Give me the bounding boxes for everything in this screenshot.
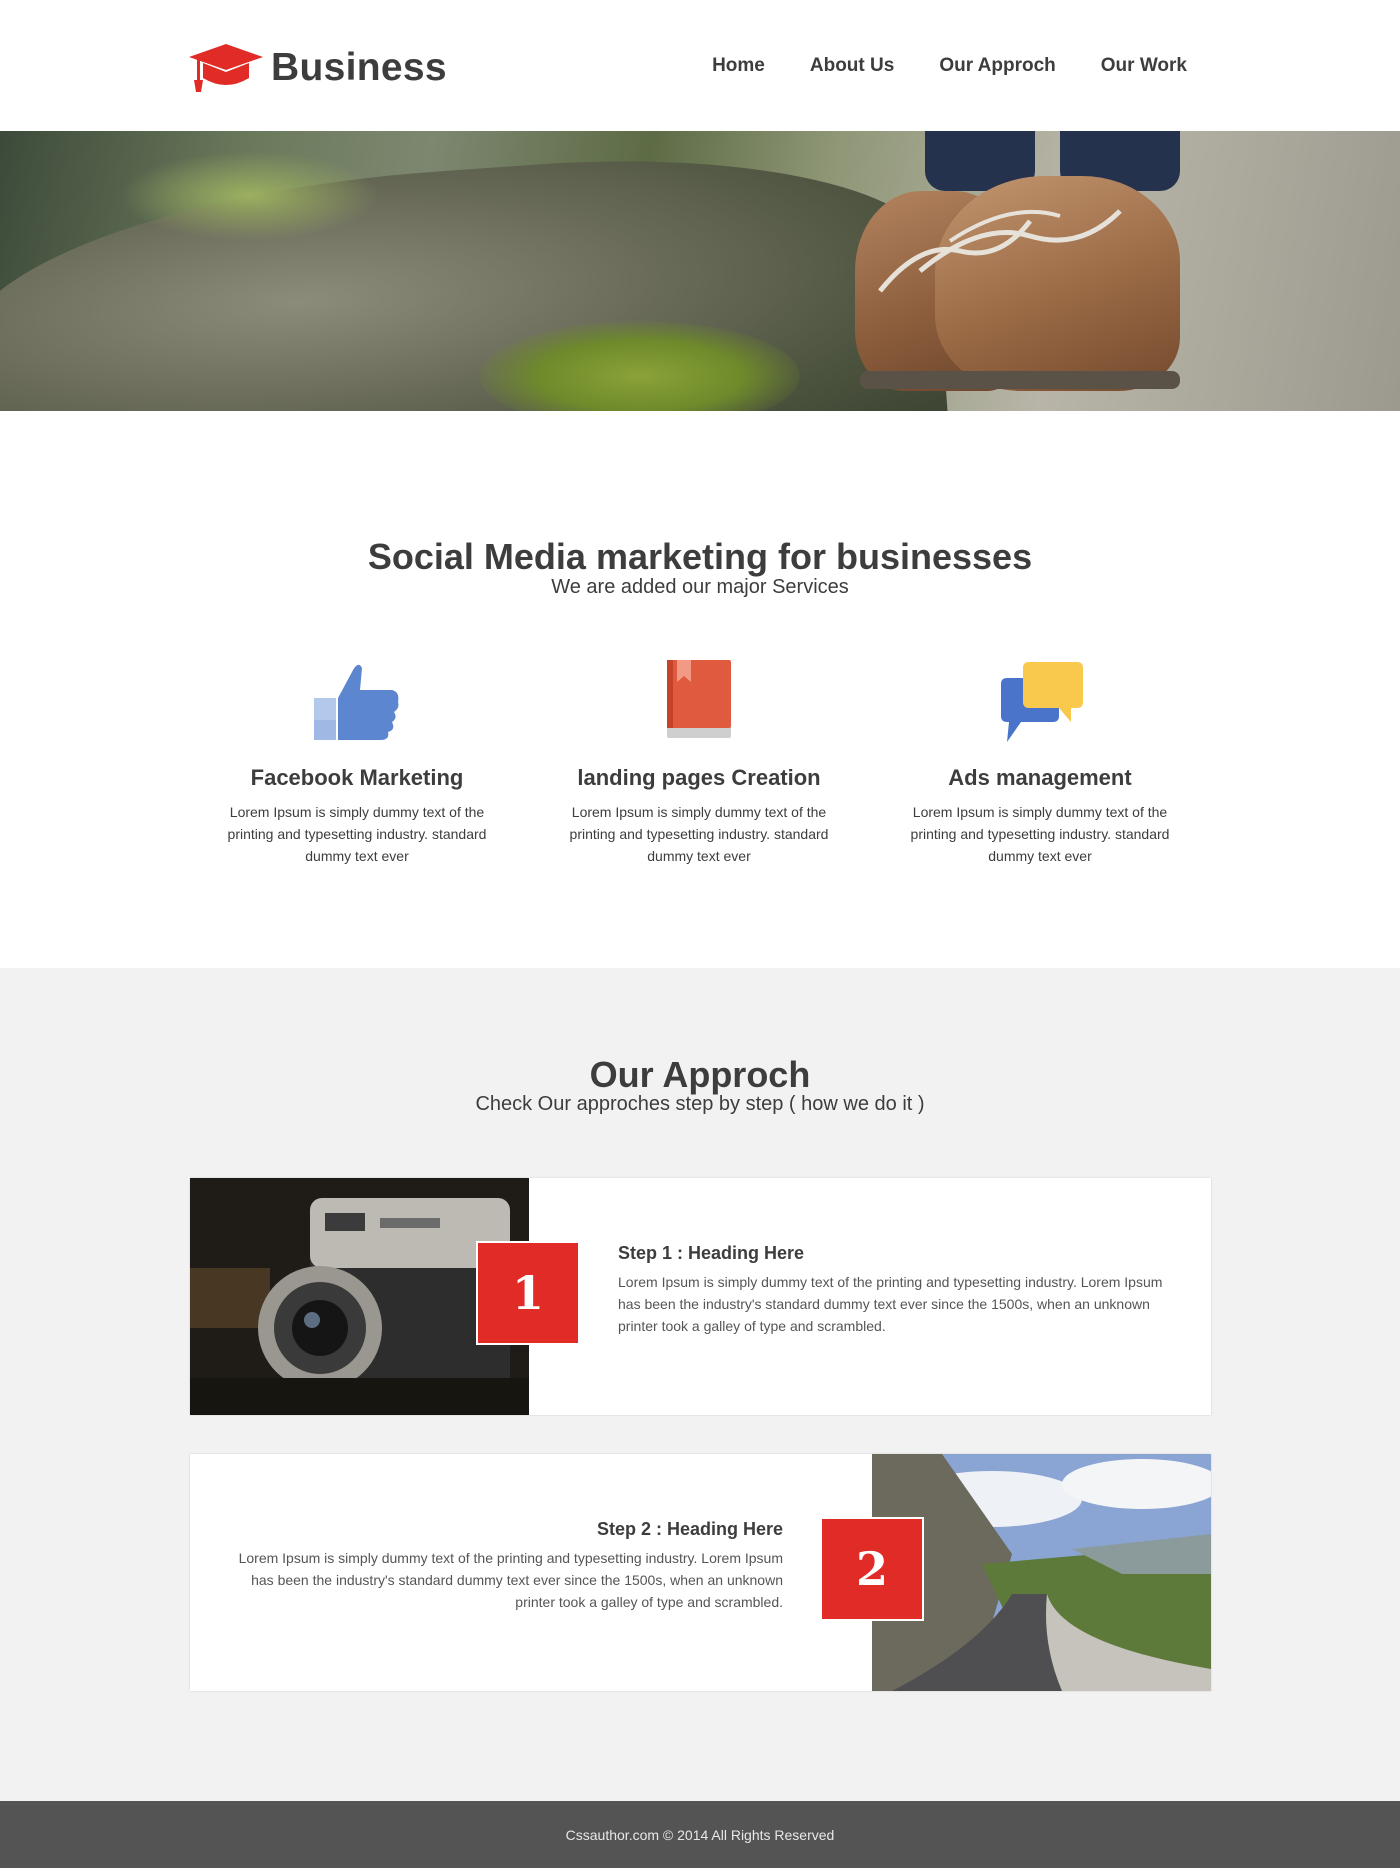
service-title: Facebook Marketing bbox=[250, 765, 464, 790]
site-header: Business Home About Us Our Approch Our W… bbox=[0, 0, 1400, 131]
services-subtitle: We are added our major Services bbox=[551, 576, 849, 598]
step-text: Lorem Ipsum is simply dummy text of the … bbox=[618, 1274, 1163, 1334]
hero-laces bbox=[878, 209, 1122, 293]
approach-section: Our Approch Check Our approches step by … bbox=[0, 968, 1400, 1801]
service-text: Lorem Ipsum is simply dummy text of the … bbox=[910, 804, 1170, 864]
hero-image bbox=[0, 131, 1400, 411]
service-icon-wrap bbox=[910, 660, 1170, 750]
approach-subtitle: Check Our approches step by step ( how w… bbox=[475, 1093, 925, 1115]
service-icon-wrap bbox=[227, 660, 487, 750]
site-footer: Cssauthor.com © 2014 All Rights Reserved bbox=[0, 1801, 1400, 1868]
service-text: Lorem Ipsum is simply dummy text of the … bbox=[227, 804, 487, 864]
service-text: Lorem Ipsum is simply dummy text of the … bbox=[569, 804, 829, 864]
nav-about-us[interactable]: About Us bbox=[810, 55, 894, 77]
service-title: landing pages Creation bbox=[577, 765, 821, 790]
nav-our-work[interactable]: Our Work bbox=[1101, 55, 1187, 77]
service-icon-wrap bbox=[569, 660, 829, 750]
service-title: Ads management bbox=[948, 765, 1132, 790]
step-card: 1 Step 1 : Heading Here Lorem Ipsum is s… bbox=[190, 1178, 1211, 1415]
logo[interactable]: Business bbox=[189, 40, 447, 95]
copyright-text: Cssauthor.com © 2014 All Rights Reserved bbox=[565, 1826, 835, 1843]
book-icon bbox=[667, 660, 731, 738]
main-nav: Home About Us Our Approch Our Work bbox=[667, 55, 1187, 77]
service-card: Facebook Marketing Lorem Ipsum is simply… bbox=[227, 660, 487, 867]
step-content: Step 1 : Heading Here Lorem Ipsum is sim… bbox=[618, 1243, 1168, 1337]
step-content: Step 2 : Heading Here Lorem Ipsum is sim… bbox=[233, 1519, 783, 1613]
services-title: Social Media marketing for businesses bbox=[367, 536, 1033, 577]
service-card: landing pages Creation Lorem Ipsum is si… bbox=[569, 660, 829, 867]
step-number-badge: 2 bbox=[820, 1517, 924, 1621]
step-card: Step 2 : Heading Here Lorem Ipsum is sim… bbox=[190, 1454, 1211, 1691]
step-heading: Step 2 : Heading Here bbox=[596, 1519, 783, 1539]
chat-bubbles-icon bbox=[1001, 662, 1083, 742]
thumbs-up-icon bbox=[314, 664, 399, 740]
hero-moss bbox=[120, 151, 380, 241]
nav-home[interactable]: Home bbox=[712, 55, 765, 77]
step-text: Lorem Ipsum is simply dummy text of the … bbox=[238, 1550, 783, 1610]
hero-boot-sole bbox=[860, 371, 1180, 389]
brand-name: Business bbox=[271, 45, 447, 89]
nav-our-approch[interactable]: Our Approch bbox=[939, 55, 1055, 77]
graduation-cap-icon bbox=[189, 43, 263, 92]
service-card: Ads management Lorem Ipsum is simply dum… bbox=[910, 660, 1170, 867]
step-number-badge: 1 bbox=[476, 1241, 580, 1345]
approach-title: Our Approch bbox=[589, 1054, 811, 1095]
step-heading: Step 1 : Heading Here bbox=[618, 1243, 805, 1263]
